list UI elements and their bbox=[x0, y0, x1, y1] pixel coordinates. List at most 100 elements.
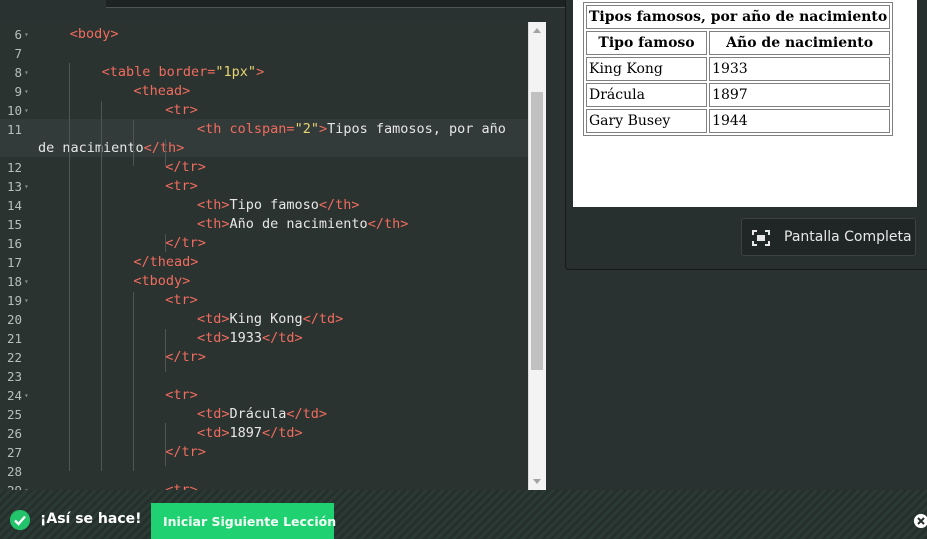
table-cell: King Kong bbox=[586, 57, 708, 81]
code-token: <tr> bbox=[165, 292, 198, 308]
code-text: <th colspan="2">Tipos famosos, por año bbox=[197, 120, 506, 139]
code-token: 1933 bbox=[229, 330, 263, 346]
code-line[interactable]: 28 bbox=[0, 462, 528, 481]
code-token: King Kong bbox=[229, 311, 303, 327]
code-line[interactable]: 8 ▾ <table border="1px"> bbox=[0, 63, 528, 82]
code-line[interactable]: 19 ▾ <tr> bbox=[0, 291, 528, 310]
code-line[interactable]: 15 <th>Año de nacimiento</th> bbox=[0, 215, 528, 234]
code-line[interactable]: 20 <td>King Kong</td> bbox=[0, 310, 528, 329]
code-line[interactable]: 29▾ <tr> bbox=[0, 481, 528, 490]
fullscreen-button[interactable]: Pantalla Completa bbox=[741, 218, 916, 256]
scroll-down-icon[interactable] bbox=[533, 479, 541, 484]
code-token: <body> bbox=[69, 26, 119, 42]
code-line[interactable]: 7 bbox=[0, 44, 528, 63]
code-token: <tr> bbox=[165, 102, 198, 118]
code-editor[interactable]: 6 ▾ <body> 7 8 ▾ <table border="1px"> 9 ▾ <thead>… bbox=[0, 22, 528, 490]
indent-guide bbox=[133, 120, 134, 166]
code-token: Año de nacimiento bbox=[229, 216, 368, 232]
code-line[interactable]: 27 </tr> bbox=[0, 443, 528, 462]
fold-arrow-icon[interactable]: ▾ bbox=[24, 177, 29, 196]
table-header-cell: Tipo famoso bbox=[586, 31, 708, 55]
indent-guide bbox=[133, 292, 134, 471]
code-line[interactable]: 10 ▾ <tr> bbox=[0, 101, 528, 120]
code-line[interactable]: 17 </thead> bbox=[0, 253, 528, 272]
code-text: </thead> bbox=[133, 253, 198, 272]
lesson-footer: ¡Así se hace! Iniciar Siguiente Lección bbox=[0, 490, 927, 539]
code-line[interactable]: 26 <td>1897</td> bbox=[0, 424, 528, 443]
line-number: 27 bbox=[6, 445, 22, 460]
line-number: 24 bbox=[6, 388, 22, 403]
table-cell: 1897 bbox=[709, 83, 891, 107]
line-number: 19 bbox=[6, 293, 22, 308]
scroll-up-icon[interactable] bbox=[533, 28, 541, 33]
success-text: ¡Así se hace! bbox=[40, 511, 142, 527]
fold-arrow-icon[interactable]: ▾ bbox=[24, 101, 29, 120]
code-line[interactable]: 18 ▾ <tbody> bbox=[0, 272, 528, 291]
line-number: 7 bbox=[14, 46, 22, 61]
table-row: King Kong 1933 bbox=[586, 57, 891, 81]
fold-arrow-icon[interactable]: ▾ bbox=[24, 481, 29, 490]
fold-arrow-icon[interactable]: ▾ bbox=[24, 63, 29, 82]
code-token: = bbox=[286, 121, 295, 137]
code-line[interactable]: 14 <th>Tipo famoso</th> bbox=[0, 196, 528, 215]
line-number: 10 bbox=[6, 103, 22, 118]
code-line[interactable]: 25 <td>Drácula</td> bbox=[0, 405, 528, 424]
line-number: 6 bbox=[14, 27, 22, 42]
table-cell: Gary Busey bbox=[586, 109, 708, 133]
code-token: </td> bbox=[302, 311, 344, 327]
line-number: 9 bbox=[14, 84, 22, 99]
code-line[interactable]: 23 bbox=[0, 367, 528, 386]
code-line[interactable]: 16 </tr> bbox=[0, 234, 528, 253]
next-lesson-button[interactable]: Iniciar Siguiente Lección bbox=[151, 503, 337, 539]
code-text: <td>Drácula</td> bbox=[197, 405, 327, 424]
code-text: de nacimiento</th> bbox=[38, 139, 184, 158]
fold-arrow-icon[interactable]: ▾ bbox=[24, 291, 29, 310]
code-token: <th> bbox=[197, 197, 230, 213]
code-token: <tr> bbox=[165, 178, 198, 194]
line-number: 16 bbox=[6, 236, 22, 251]
fold-arrow-icon[interactable]: ▾ bbox=[24, 25, 29, 44]
editor-scrollbar[interactable] bbox=[528, 22, 546, 490]
code-token: > bbox=[318, 121, 328, 137]
code-line[interactable]: 9 ▾ <thead> bbox=[0, 82, 528, 101]
code-text: <th>Tipo famoso</th> bbox=[197, 196, 360, 215]
fold-arrow-icon[interactable]: ▾ bbox=[24, 272, 29, 291]
close-icon[interactable] bbox=[914, 514, 927, 528]
code-text: </tr> bbox=[165, 348, 206, 367]
instructions-panel-edge bbox=[106, 0, 566, 8]
line-number: 13 bbox=[6, 179, 22, 194]
line-number: 14 bbox=[6, 198, 22, 213]
code-text: </tr> bbox=[165, 443, 206, 462]
code-text: <body> bbox=[70, 25, 119, 44]
code-line[interactable]: 12 </tr> bbox=[0, 158, 528, 177]
code-text: <table border="1px"> bbox=[102, 63, 265, 82]
code-line[interactable]: de nacimiento</th> bbox=[0, 139, 528, 158]
next-lesson-label: Iniciar Siguiente Lección bbox=[163, 514, 337, 529]
line-number: 21 bbox=[6, 331, 22, 346]
line-number: 20 bbox=[6, 312, 22, 327]
fold-arrow-icon[interactable]: ▾ bbox=[24, 386, 29, 405]
fold-arrow-icon[interactable]: ▾ bbox=[24, 82, 29, 101]
scroll-thumb[interactable] bbox=[531, 92, 543, 370]
code-text: <tr> bbox=[165, 481, 198, 490]
code-line[interactable]: 13 ▾ <tr> bbox=[0, 177, 528, 196]
code-token: </tr> bbox=[165, 235, 206, 251]
code-line[interactable]: 6 ▾ <body> bbox=[0, 25, 528, 44]
line-number: 18 bbox=[6, 274, 22, 289]
fullscreen-label: Pantalla Completa bbox=[784, 229, 912, 245]
code-token: de nacimiento bbox=[38, 140, 144, 156]
code-line[interactable]: 21 <td>1933</td> bbox=[0, 329, 528, 348]
code-token: Drácula bbox=[229, 406, 287, 422]
code-line[interactable]: 11 <th colspan="2">Tipos famosos, por año bbox=[0, 120, 528, 139]
code-text: </tr> bbox=[165, 234, 206, 253]
code-token: </th> bbox=[367, 216, 409, 232]
code-token: </td> bbox=[286, 406, 328, 422]
code-line[interactable]: 22 </tr> bbox=[0, 348, 528, 367]
indent-guide bbox=[101, 101, 102, 471]
indent-guide bbox=[165, 329, 166, 372]
code-line[interactable]: 24 ▾ <tr> bbox=[0, 386, 528, 405]
code-token: </td> bbox=[262, 330, 303, 346]
code-token: Tipos famosos, por año bbox=[327, 121, 506, 137]
code-text: <td>King Kong</td> bbox=[197, 310, 343, 329]
line-number: 29 bbox=[0, 481, 22, 490]
